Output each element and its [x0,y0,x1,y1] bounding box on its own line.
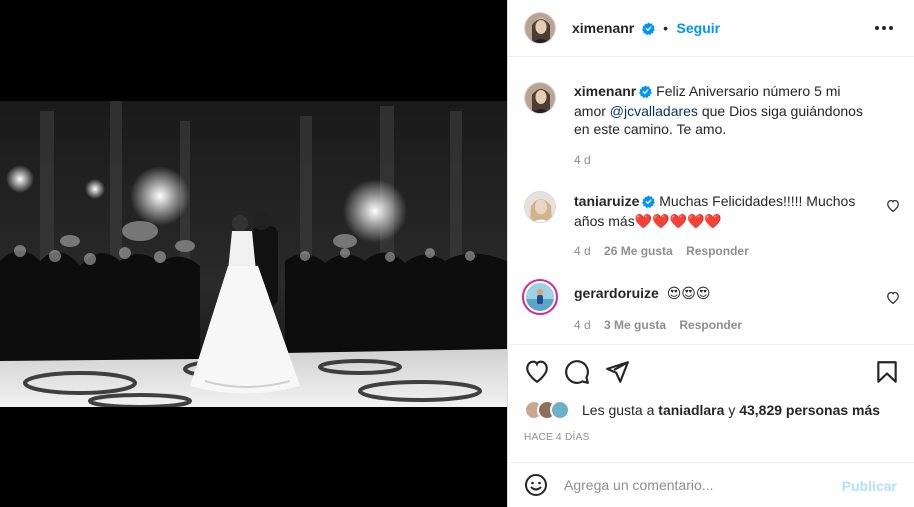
author-avatar[interactable] [524,12,556,44]
author-username[interactable]: ximenanr [572,20,634,36]
post-header: ximenanr • Seguir [508,0,914,57]
wedding-dance-photo[interactable] [0,101,507,407]
caption-mention-link[interactable]: @jcvalladares [610,103,698,119]
liker-avatar [550,400,570,420]
avatar-image [525,13,555,43]
post-timestamp[interactable]: HACE 4 DÍAS [524,432,590,443]
comment-time[interactable]: 4 d [574,244,591,258]
comment-meta: 4 d 26 Me gusta Responder [574,244,749,258]
publish-button[interactable]: Publicar [842,478,897,494]
like-comment-heart-icon[interactable] [886,199,900,212]
likes-middle: y [728,402,736,418]
comment-likes-count[interactable]: 26 Me gusta [604,244,673,258]
post-side-panel: ximenanr • Seguir ximenanr Feliz Anivers… [507,0,914,507]
save-bookmark-icon[interactable] [874,359,900,385]
emoji-smiley-icon[interactable] [524,473,548,497]
photo-illustration [0,101,507,407]
avatar-image [526,283,554,311]
reply-button[interactable]: Responder [686,244,749,258]
comment-meta: 4 d 3 Me gusta Responder [574,318,742,332]
add-comment-bar: Publicar [508,462,914,507]
liker-username[interactable]: taniadlara [658,402,724,418]
comment-input[interactable] [564,477,834,493]
comment-text: gerardoruize 😍😍😍 [574,284,864,302]
caption-text: ximenanr Feliz Aniversario número 5 mi a… [574,82,864,138]
caption-username[interactable]: ximenanr [574,83,636,99]
verified-badge-icon [639,84,653,102]
verified-badge-icon [642,194,656,212]
commenter-avatar[interactable] [524,191,556,223]
post-actions: Les gusta a taniadlara y 43,829 personas… [508,344,914,462]
verified-badge-icon [641,22,655,40]
reply-button[interactable]: Responder [679,318,742,332]
post-media-panel [0,0,507,507]
comment-likes-count[interactable]: 3 Me gusta [604,318,666,332]
follow-button[interactable]: Seguir [677,20,721,36]
likes-count-link[interactable]: 43,829 personas más [739,402,880,418]
comment-text: taniaruize Muchas Felicidades!!!!! Mucho… [574,192,864,230]
likes-prefix: Les gusta a [582,402,655,418]
comment-username[interactable]: taniaruize [574,193,639,209]
caption-author-avatar[interactable] [524,82,556,114]
comment-body: 😍😍😍 [666,285,711,301]
separator-dot: • [663,20,669,36]
comment-time[interactable]: 4 d [574,318,591,332]
avatar-image [525,83,555,113]
commenter-avatar[interactable] [522,279,558,315]
like-comment-heart-icon[interactable] [886,291,900,304]
comment-username[interactable]: gerardoruize [574,285,659,301]
avatar-image [525,192,555,222]
more-options-icon[interactable] [875,26,893,32]
likes-summary: Les gusta a taniadlara y 43,829 personas… [582,402,880,418]
comments-section: ximenanr Feliz Aniversario número 5 mi a… [508,58,914,344]
caption-time[interactable]: 4 d [574,153,591,167]
share-send-icon[interactable] [604,359,630,385]
like-heart-icon[interactable] [524,359,550,385]
comment-bubble-icon[interactable] [564,359,590,385]
